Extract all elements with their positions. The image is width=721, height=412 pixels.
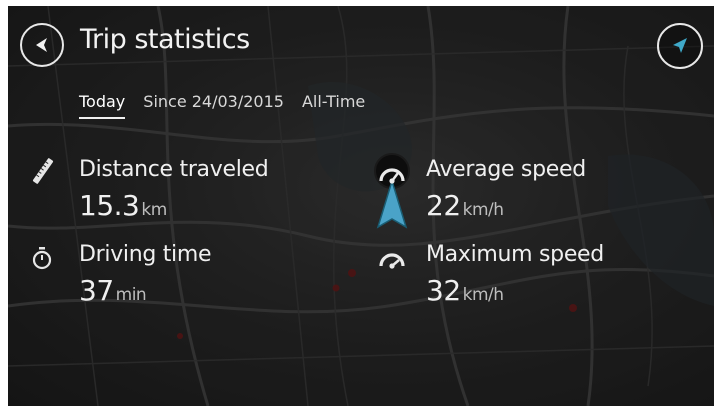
speedometer-icon bbox=[379, 253, 405, 269]
screen: Trip statistics Today Since 24/03/2015 A… bbox=[8, 6, 714, 406]
average-speed-unit: km/h bbox=[462, 200, 504, 220]
distance-value: 15.3 km bbox=[79, 189, 167, 222]
driving-time-unit: min bbox=[115, 285, 147, 305]
stopwatch-icon bbox=[32, 247, 52, 270]
average-speed-number: 22 bbox=[426, 189, 461, 222]
driving-time-label: Driving time bbox=[79, 242, 212, 267]
driving-time-value: 37 min bbox=[79, 274, 147, 307]
maximum-speed-value: 32 km/h bbox=[426, 274, 504, 307]
distance-unit: km bbox=[141, 200, 167, 220]
back-arrow-icon bbox=[36, 38, 47, 52]
average-speed-value: 22 km/h bbox=[426, 189, 504, 222]
navigation-arrow-icon bbox=[673, 38, 687, 53]
tab-all-time[interactable]: All-Time bbox=[302, 92, 365, 119]
average-speed-label: Average speed bbox=[426, 157, 586, 182]
tab-today[interactable]: Today bbox=[79, 92, 126, 119]
speedometer-icon bbox=[379, 168, 405, 184]
tab-since-date[interactable]: Since 24/03/2015 bbox=[143, 92, 284, 119]
ruler-icon bbox=[32, 158, 54, 184]
maximum-speed-unit: km/h bbox=[462, 285, 504, 305]
maximum-speed-label: Maximum speed bbox=[426, 242, 604, 267]
current-location-button[interactable] bbox=[657, 23, 703, 69]
driving-time-number: 37 bbox=[79, 274, 114, 307]
maximum-speed-number: 32 bbox=[426, 274, 461, 307]
distance-number: 15.3 bbox=[79, 189, 140, 222]
period-tabs: Today Since 24/03/2015 All-Time bbox=[79, 92, 383, 119]
device-frame: Trip statistics Today Since 24/03/2015 A… bbox=[8, 6, 714, 406]
distance-label: Distance traveled bbox=[79, 157, 269, 182]
back-button[interactable] bbox=[20, 23, 64, 67]
page-title: Trip statistics bbox=[80, 24, 250, 55]
